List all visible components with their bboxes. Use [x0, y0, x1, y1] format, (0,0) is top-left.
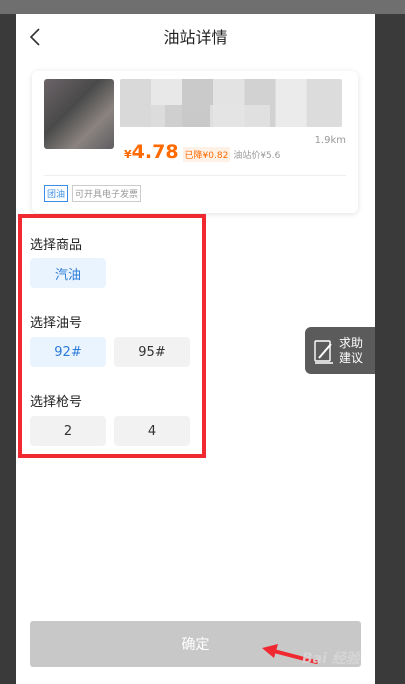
nav-header: 油站详情: [16, 14, 375, 56]
station-thumbnail: [44, 79, 114, 149]
watermark: Bai 经验: [302, 651, 360, 667]
edit-note-icon: [314, 339, 333, 364]
help-label-line1: 求助: [339, 335, 364, 350]
price-row: ¥ 4.78 已降¥0.82 油站价¥5.6: [124, 141, 280, 163]
help-label: 求助 建议: [339, 336, 363, 366]
tag-invoice: 可开具电子发票: [72, 185, 142, 202]
highlight-box: [18, 214, 206, 458]
price-drop-badge: 已降¥0.82: [182, 147, 231, 162]
station-address-blurred: [120, 105, 270, 127]
status-bar: [0, 0, 405, 14]
station-card[interactable]: 1.9km ¥ 4.78 已降¥0.82 油站价¥5.6 团油 可开具电子发票: [32, 71, 358, 213]
tag-tuanyou: 团油: [44, 185, 69, 202]
tag-list: 团油 可开具电子发票: [44, 185, 145, 202]
station-distance: 1.9km: [314, 135, 346, 146]
station-price: 油站价¥5.6: [233, 151, 281, 161]
divider: [44, 175, 346, 176]
help-label-line2: 建议: [339, 350, 364, 365]
help-suggest-button[interactable]: 求助 建议: [305, 327, 375, 374]
currency-symbol: ¥: [124, 148, 132, 161]
app-screen: 油站详情 1.9km ¥ 4.78 已降¥0.82 油站价¥5.6 团油 可开具…: [16, 14, 375, 684]
page-title: 油站详情: [163, 28, 228, 47]
discount-price: 4.78: [131, 141, 179, 163]
